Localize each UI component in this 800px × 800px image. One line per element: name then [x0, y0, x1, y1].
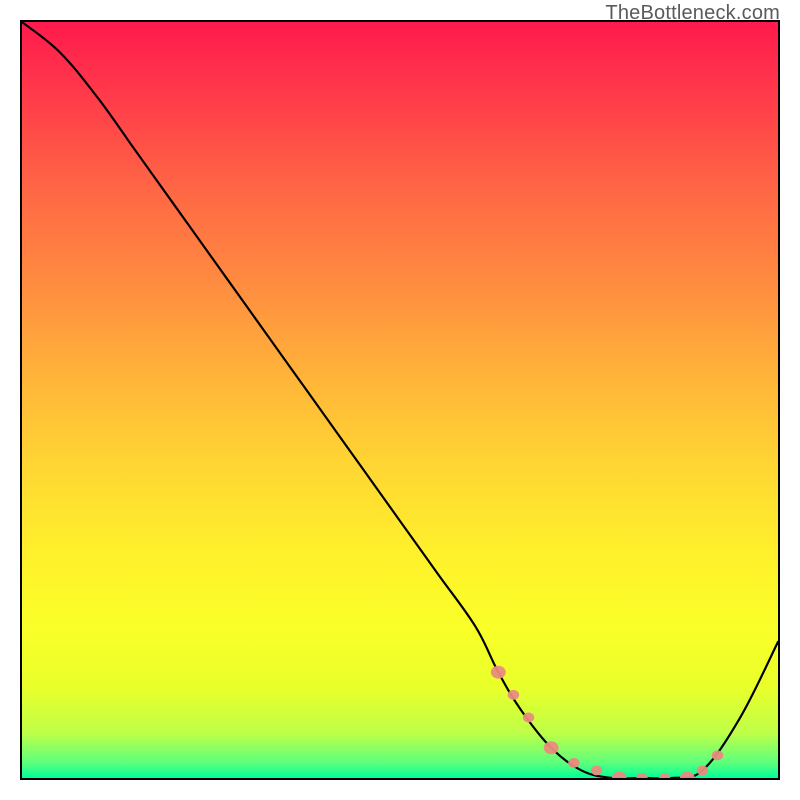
highlight-marker	[659, 773, 670, 778]
highlight-marker	[636, 773, 647, 778]
highlight-marker	[591, 765, 602, 775]
chart-container: TheBottleneck.com	[0, 0, 800, 800]
highlight-marker	[712, 750, 723, 760]
highlight-marker	[697, 765, 708, 775]
bottleneck-curve	[22, 22, 778, 778]
highlight-markers	[491, 666, 723, 778]
curve-layer	[22, 22, 778, 778]
highlight-marker	[523, 713, 534, 723]
highlight-marker	[568, 758, 579, 768]
highlight-marker	[612, 772, 627, 778]
plot-area	[20, 20, 780, 780]
highlight-marker	[491, 666, 506, 679]
highlight-marker	[544, 741, 559, 754]
highlight-marker	[680, 772, 695, 778]
highlight-marker	[508, 690, 519, 700]
